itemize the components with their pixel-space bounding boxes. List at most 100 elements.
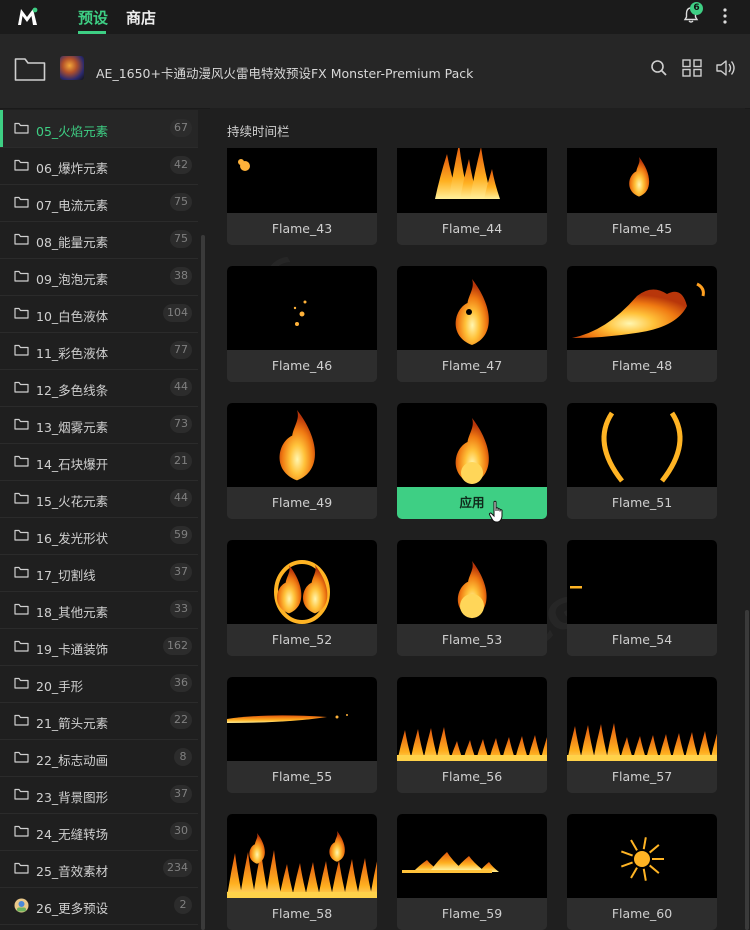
- sidebar-item-label: 13_烟雾元素: [36, 420, 109, 435]
- sidebar-item-count: 42: [170, 156, 192, 174]
- folder-icon: [14, 381, 29, 393]
- sidebar-item[interactable]: 17_切割线 37: [0, 554, 198, 592]
- sidebar-item[interactable]: 18_其他元素 33: [0, 591, 198, 629]
- preset-preview[interactable]: [227, 266, 377, 350]
- preset-card[interactable]: 应用: [397, 403, 547, 519]
- sidebar-item[interactable]: 06_爆炸元素 42: [0, 147, 198, 185]
- sidebar-item[interactable]: 13_烟雾元素 73: [0, 406, 198, 444]
- sidebar-item[interactable]: 07_电流元素 75: [0, 184, 198, 222]
- preset-preview[interactable]: [567, 814, 717, 898]
- sidebar-item[interactable]: 26_更多预设 2: [0, 887, 198, 925]
- tab-presets[interactable]: 预设: [78, 7, 108, 28]
- preset-name: Flame_44: [397, 213, 547, 245]
- folder-icon[interactable]: [14, 56, 46, 82]
- more-icon[interactable]: [718, 6, 732, 26]
- folder-icon: [14, 307, 29, 319]
- preset-card[interactable]: Flame_60: [567, 814, 717, 930]
- sidebar-item[interactable]: 24_无缝转场 30: [0, 813, 198, 851]
- sidebar-item[interactable]: 21_箭头元素 22: [0, 702, 198, 740]
- preset-preview[interactable]: [397, 403, 547, 487]
- sidebar-scrollbar[interactable]: [201, 235, 205, 930]
- sidebar-item-label: 23_背景图形: [36, 790, 109, 805]
- preset-preview[interactable]: [397, 677, 547, 761]
- sidebar-item[interactable]: 09_泡泡元素 38: [0, 258, 198, 296]
- preset-preview[interactable]: [567, 677, 717, 761]
- folder-icon: [14, 122, 29, 134]
- top-nav-bar: 预设 商店 6: [0, 0, 750, 34]
- preset-card[interactable]: Flame_55: [227, 677, 377, 793]
- sidebar-item-count: 38: [170, 267, 192, 285]
- sidebar-item[interactable]: 14_石块爆开 21: [0, 443, 198, 481]
- content-scrollbar[interactable]: [745, 610, 749, 930]
- search-icon[interactable]: [650, 59, 668, 77]
- sidebar-item-count: 104: [163, 304, 192, 322]
- sidebar-item[interactable]: 05_火焰元素 67: [0, 110, 198, 148]
- preset-card[interactable]: Flame_52: [227, 540, 377, 656]
- speaker-icon[interactable]: [715, 59, 737, 77]
- sidebar-item-label: 22_标志动画: [36, 753, 109, 768]
- preset-preview[interactable]: [567, 540, 717, 624]
- preset-card[interactable]: Flame_49: [227, 403, 377, 519]
- folder-icon: [14, 862, 29, 874]
- sidebar-item-label: 24_无缝转场: [36, 827, 109, 842]
- preset-preview[interactable]: [227, 814, 377, 898]
- sidebar-item[interactable]: 11_彩色液体 77: [0, 332, 198, 370]
- preset-preview[interactable]: [227, 677, 377, 761]
- preset-name: Flame_55: [227, 761, 377, 793]
- preset-preview[interactable]: [397, 540, 547, 624]
- sidebar-item-label: 05_火焰元素: [36, 124, 109, 139]
- sidebar-item-count: 36: [170, 674, 192, 692]
- preset-name: Flame_43: [227, 213, 377, 245]
- preset-name: Flame_53: [397, 624, 547, 656]
- preset-card[interactable]: Flame_59: [397, 814, 547, 930]
- preset-card[interactable]: Flame_47: [397, 266, 547, 382]
- sidebar-item[interactable]: 10_白色液体 104: [0, 295, 198, 333]
- preset-name: Flame_54: [567, 624, 717, 656]
- preset-card[interactable]: Flame_56: [397, 677, 547, 793]
- preset-preview[interactable]: [397, 266, 547, 350]
- preset-card[interactable]: Flame_57: [567, 677, 717, 793]
- preset-preview[interactable]: [567, 266, 717, 350]
- apply-button[interactable]: 应用: [397, 487, 547, 519]
- sidebar-item-count: 59: [170, 526, 192, 544]
- sidebar-item-label: 18_其他元素: [36, 605, 109, 620]
- sidebar-item[interactable]: 19_卡通装饰 162: [0, 628, 198, 666]
- folder-icon: [14, 344, 29, 356]
- sidebar-item-label: 20_手形: [36, 679, 84, 694]
- sidebar-item-label: 11_彩色液体: [36, 346, 109, 361]
- sidebar-item[interactable]: 08_能量元素 75: [0, 221, 198, 259]
- sidebar-item-count: 37: [170, 785, 192, 803]
- folder-icon: [14, 677, 29, 689]
- preset-preview[interactable]: [567, 403, 717, 487]
- sidebar-item[interactable]: 15_火花元素 44: [0, 480, 198, 518]
- tab-shop[interactable]: 商店: [126, 7, 156, 28]
- preset-card[interactable]: Flame_54: [567, 540, 717, 656]
- preset-preview[interactable]: [227, 403, 377, 487]
- sidebar-item[interactable]: 16_发光形状 59: [0, 517, 198, 555]
- grid-icon[interactable]: [682, 59, 702, 77]
- sidebar-item[interactable]: 25_音效素材 234: [0, 850, 198, 888]
- preset-card[interactable]: Flame_46: [227, 266, 377, 382]
- sidebar-item-label: 06_爆炸元素: [36, 161, 109, 176]
- sidebar-item[interactable]: 12_多色线条 44: [0, 369, 198, 407]
- folder-icon: [14, 603, 29, 615]
- preset-name: Flame_51: [567, 487, 717, 519]
- preset-name: Flame_57: [567, 761, 717, 793]
- folder-icon: [14, 270, 29, 282]
- sidebar-item[interactable]: 20_手形 36: [0, 665, 198, 703]
- preset-card[interactable]: Flame_58: [227, 814, 377, 930]
- sidebar-item-label: 07_电流元素: [36, 198, 109, 213]
- sidebar-item-count: 30: [170, 822, 192, 840]
- preset-card[interactable]: Flame_48: [567, 266, 717, 382]
- logo-icon[interactable]: [16, 5, 40, 27]
- sidebar-item-label: 09_泡泡元素: [36, 272, 109, 287]
- sidebar-item[interactable]: 22_标志动画 8: [0, 739, 198, 777]
- folder-icon: [14, 159, 29, 171]
- sidebar-item[interactable]: 23_背景图形 37: [0, 776, 198, 814]
- sidebar-item-count: 73: [170, 415, 192, 433]
- preset-card[interactable]: Flame_53: [397, 540, 547, 656]
- preset-preview[interactable]: [397, 814, 547, 898]
- preset-card[interactable]: Flame_51: [567, 403, 717, 519]
- preset-preview[interactable]: [227, 540, 377, 624]
- sidebar-item-label: 26_更多预设: [36, 901, 109, 916]
